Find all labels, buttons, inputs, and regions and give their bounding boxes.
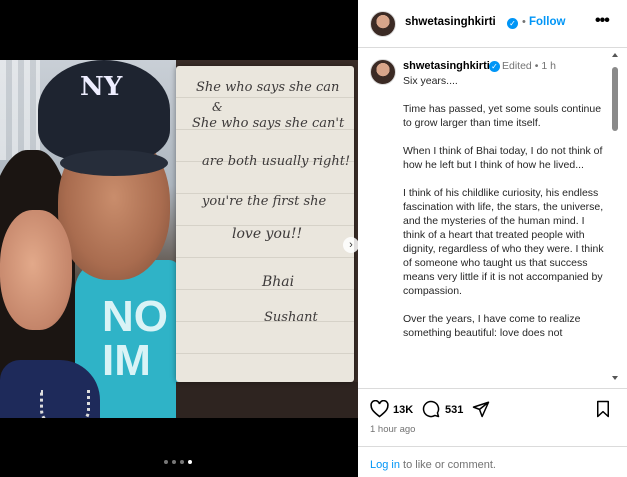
caption-area[interactable]: shwetasinghkirti ✓ Edited • 1 h Six year… bbox=[358, 49, 627, 387]
post-media: NO IM NY She who says she can & She who s… bbox=[0, 0, 358, 477]
likes-count[interactable]: 13K bbox=[393, 404, 413, 416]
post-header: shwetasinghkirti ✓ • Follow ••• bbox=[358, 0, 627, 48]
login-prompt-bar: Log in to like or comment. bbox=[358, 446, 627, 477]
note-line: & bbox=[212, 100, 223, 114]
caption-paragraph: Six years.... bbox=[403, 75, 458, 87]
scrollbar-thumb[interactable] bbox=[612, 67, 618, 131]
photo-shirt-text: NO IM bbox=[102, 292, 168, 385]
follow-button[interactable]: Follow bbox=[529, 16, 565, 28]
photo-necklace bbox=[40, 390, 90, 418]
more-options-icon[interactable]: ••• bbox=[595, 12, 610, 30]
photo-woman-face bbox=[0, 210, 72, 330]
note-signature-name: Sushant bbox=[264, 310, 318, 325]
note-line: She who says she can bbox=[196, 80, 340, 95]
note-line: She who says she can't bbox=[192, 116, 345, 131]
heart-icon[interactable] bbox=[370, 400, 389, 418]
caption-time: 1 h bbox=[541, 60, 556, 72]
caption-paragraph: Time has passed, yet some souls continue… bbox=[403, 103, 602, 129]
author-username[interactable]: shwetasinghkirti bbox=[405, 16, 496, 28]
author-avatar[interactable] bbox=[370, 11, 396, 37]
note-rule-lines bbox=[176, 66, 354, 382]
note-line: are both usually right! bbox=[202, 154, 351, 169]
carousel-dot-active bbox=[188, 460, 192, 464]
note-line: you're the first she bbox=[202, 194, 327, 209]
save-icon[interactable] bbox=[595, 400, 611, 418]
handwritten-note: She who says she can & She who says she … bbox=[176, 66, 354, 382]
carousel-indicator bbox=[164, 460, 192, 464]
login-prompt: Log in to like or comment. bbox=[370, 459, 496, 471]
chevron-right-icon: › bbox=[349, 239, 353, 251]
header-separator: • bbox=[522, 16, 526, 28]
verified-badge-icon: ✓ bbox=[507, 18, 518, 29]
photo-table bbox=[176, 382, 358, 418]
share-icon[interactable] bbox=[472, 400, 490, 418]
caption-paragraph: Over the years, I have come to realize s… bbox=[403, 313, 581, 339]
scroll-up-icon[interactable] bbox=[612, 53, 618, 57]
carousel-dot bbox=[164, 460, 168, 464]
caption-username[interactable]: shwetasinghkirti bbox=[403, 60, 490, 72]
verified-badge-icon: ✓ bbox=[489, 61, 500, 72]
caption-paragraph: I think of his childlike curiosity, his … bbox=[403, 187, 604, 297]
note-line: love you!! bbox=[232, 226, 303, 242]
caption-text: Six years.... Time has passed, yet some … bbox=[403, 74, 608, 354]
photo-cap-logo: NY bbox=[80, 72, 123, 102]
carousel-dot bbox=[172, 460, 176, 464]
carousel-dot bbox=[180, 460, 184, 464]
photo-cap-brim bbox=[60, 150, 168, 176]
scroll-down-icon[interactable] bbox=[612, 376, 618, 380]
caption-paragraph: When I think of Bhai today, I do not thi… bbox=[403, 145, 603, 171]
post-sidebar: shwetasinghkirti ✓ • Follow ••• shwetasi… bbox=[358, 0, 627, 477]
photo-curtain bbox=[0, 60, 40, 160]
meta-separator: • bbox=[534, 60, 539, 72]
note-signature: Bhai bbox=[262, 274, 295, 290]
edited-label: Edited bbox=[502, 60, 532, 72]
post-timestamp: 1 hour ago bbox=[370, 424, 416, 435]
post-photo[interactable]: NO IM NY She who says she can & She who s… bbox=[0, 60, 358, 418]
login-prompt-text: to like or comment. bbox=[399, 459, 496, 471]
login-link[interactable]: Log in bbox=[370, 459, 400, 471]
caption-scrollbar[interactable] bbox=[611, 49, 620, 387]
comments-count[interactable]: 531 bbox=[445, 404, 463, 416]
caption-edited-meta: Edited • 1 h bbox=[502, 60, 556, 72]
next-media-button[interactable]: › bbox=[343, 237, 358, 253]
caption-avatar[interactable] bbox=[370, 59, 396, 85]
comment-icon[interactable] bbox=[422, 400, 440, 418]
